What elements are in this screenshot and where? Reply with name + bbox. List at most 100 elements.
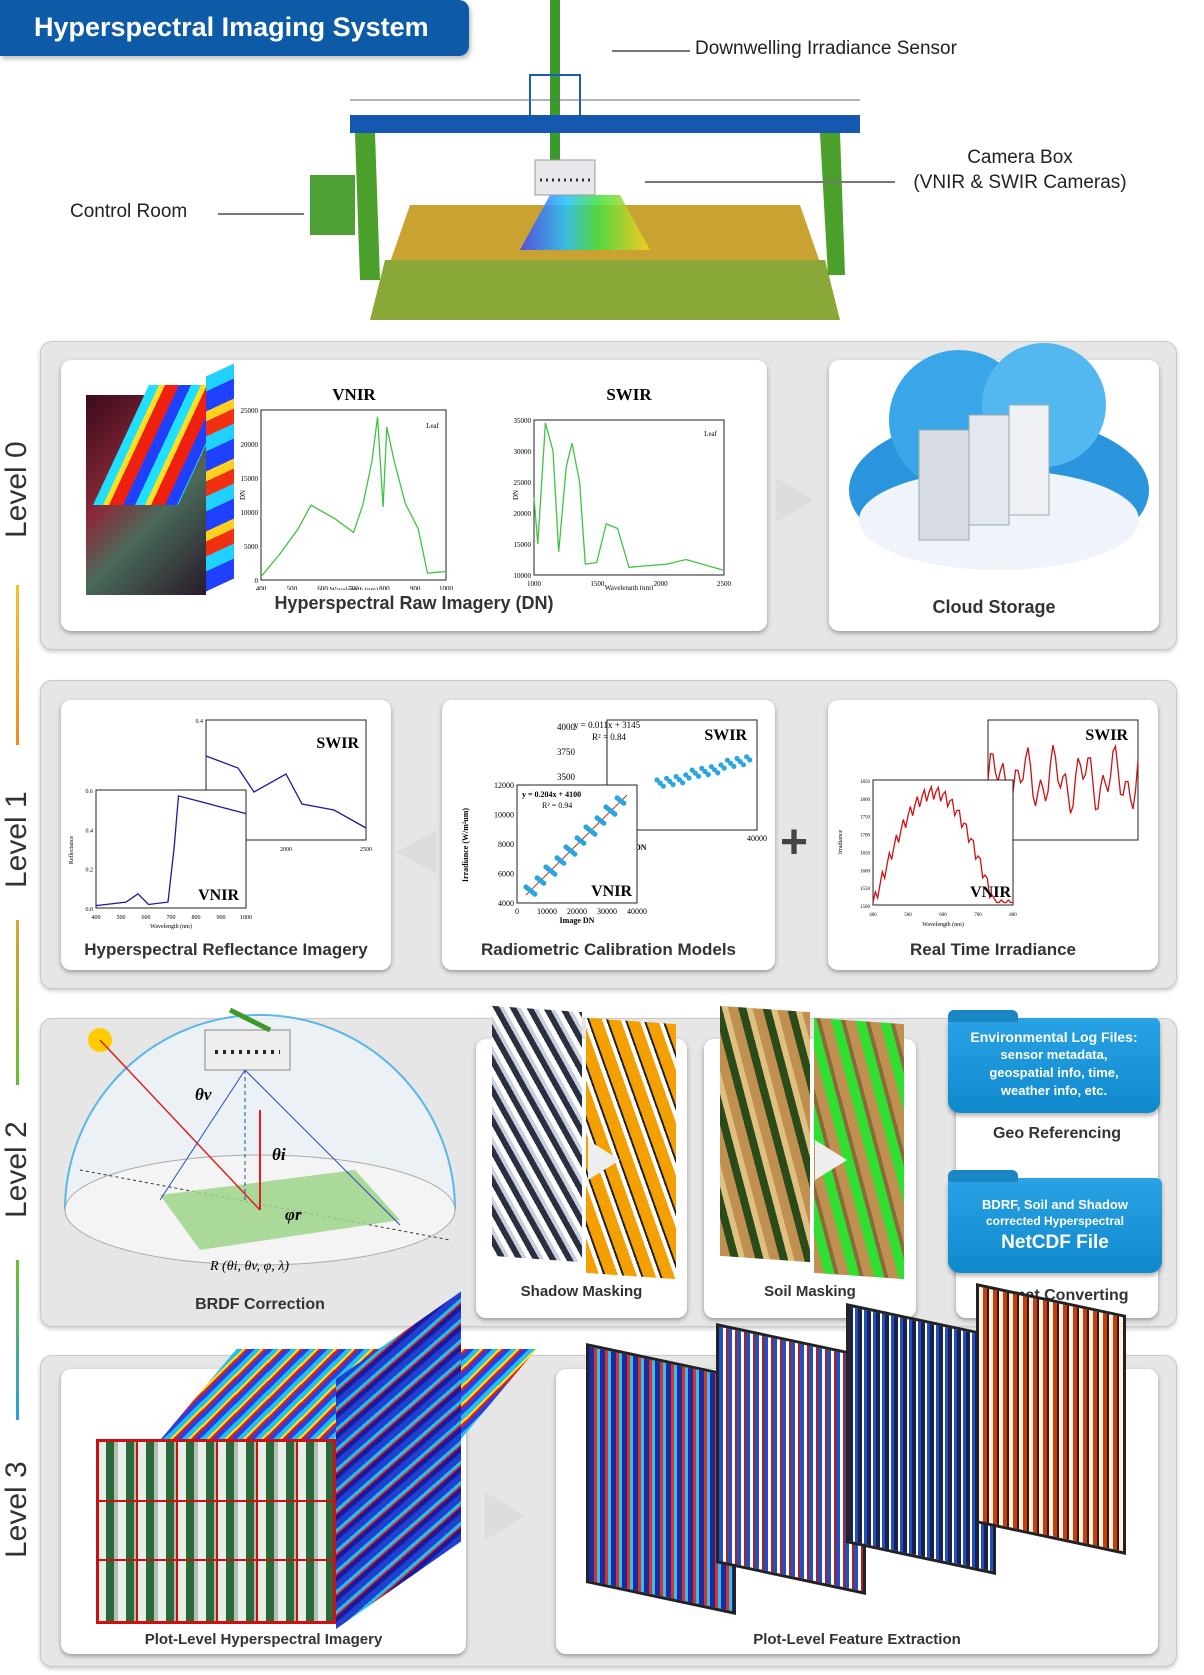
vnir-r2: R² = 0.94 (542, 801, 572, 810)
y-tick-label: 8000 (498, 840, 514, 849)
scatter-point (740, 762, 746, 768)
x-tick-label: 400 (869, 913, 877, 918)
y-tick-label: 25000 (514, 479, 532, 487)
right-arrow-icon (776, 478, 814, 522)
x-tick-label: 20000 (567, 907, 587, 916)
swir-title: SWIR (606, 385, 652, 404)
flow-arrow (16, 585, 19, 745)
y-tick-label: 25000 (241, 407, 259, 415)
folder-line: weather info, etc. (1000, 1083, 1108, 1098)
x-tick-label: 40000 (747, 834, 767, 843)
raw-imagery-caption: Hyperspectral Raw Imagery (DN) (274, 593, 554, 613)
y-tick-label: 1550 (860, 887, 871, 892)
x-tick-label: 800 (192, 915, 201, 921)
scatter-point (721, 765, 727, 771)
x-tick-label: 700 (167, 915, 176, 921)
vnir-tag: VNIR (970, 884, 1011, 901)
x-tick-label: 500 (904, 913, 912, 918)
folder-line: BDRF, Soil and Shadow (982, 1197, 1128, 1212)
y-tick-label: 30000 (514, 448, 532, 456)
plot-frame (260, 409, 447, 581)
y-tick-label: 0.4 (196, 719, 204, 725)
cloud-server-icon (849, 343, 1149, 570)
y-axis-label: Irradiance (W/m²um) (461, 808, 470, 883)
feature-map (976, 1283, 1126, 1555)
x-tick-label: 400 (92, 915, 101, 921)
phi-r-label: φr (285, 1205, 302, 1224)
y-axis-label: DN (512, 490, 520, 500)
y-tick-label: 0.6 (86, 789, 94, 795)
y-tick-label: 0.0 (86, 907, 94, 913)
y-tick-label: 20000 (514, 510, 532, 518)
swir-tag: SWIR (1085, 727, 1128, 744)
flow-arrow (16, 920, 19, 1085)
x-axis-label: Wavelength (nm) (605, 584, 654, 590)
x-tick-label: 30000 (597, 907, 617, 916)
y-tick-label: 15000 (514, 541, 532, 549)
vnir-tag: VNIR (591, 883, 632, 900)
soil-input-image (720, 1005, 810, 1263)
raw-spectra-charts: VNIR400 500 600 700 800 900 100005000100001500… (239, 385, 732, 590)
x-axis-label: Wavelength (nm) (922, 921, 964, 928)
swir-equation: y = 0.011x + 3145 (574, 720, 641, 730)
irradiance-caption: Real Time Irradiance (910, 940, 1076, 959)
left-arrow-icon (396, 830, 436, 874)
x-tick-label: 700 (974, 913, 982, 918)
feature-caption: Plot-Level Feature Extraction (753, 1631, 961, 1648)
calibration-caption: Radiometric Calibration Models (480, 940, 737, 959)
scatter-point (550, 869, 556, 875)
y-tick-label: 1850 (860, 780, 871, 785)
scatter-point (660, 783, 666, 789)
vnir-equation: y = 0.204x + 4100 (522, 790, 581, 799)
sensor-pointer (612, 50, 690, 52)
y-tick-label: 1600 (860, 869, 871, 874)
y-tick-label: 1500 (860, 905, 871, 910)
y-tick-label: 4000 (557, 722, 576, 732)
reflectance-card: 500200025000.30.4SWIR4005006007008009001… (61, 700, 391, 970)
irradiance-card: 3500 SWIR 400 500 600 700 800 1500 1550 1600 1650 1… (828, 700, 1158, 970)
feature-map (716, 1323, 866, 1595)
x-tick-label: 600 (939, 913, 947, 918)
plot-imagery-caption: Plot-Level Hyperspectral Imagery (144, 1631, 383, 1648)
level-1-label: Level 1 (0, 791, 33, 889)
x-tick-label: 2500 (717, 580, 732, 588)
x-axis-label: Wavelength (nm) (330, 586, 379, 590)
x-tick-label: 800 (1009, 913, 1017, 918)
scatter-point (530, 889, 536, 895)
y-tick-label: 3500 (557, 772, 576, 782)
y-axis-label: Reflectance (68, 836, 75, 865)
plus-icon: + (780, 816, 809, 869)
x-tick-label: 1000 (439, 585, 454, 590)
x-tick-label: 2000 (654, 580, 669, 588)
brdf-formula: R (θi, θv, φ, λ) (209, 1259, 289, 1274)
folder-title: Environmental Log Files: (970, 1029, 1138, 1045)
scatter-point (612, 811, 618, 817)
level-3-label: Level 3 (0, 1461, 33, 1559)
plot-cube-side (336, 1291, 461, 1629)
y-tick-label: 1800 (860, 798, 871, 803)
x-tick-label: 10000 (537, 907, 557, 916)
scatter-point (705, 772, 711, 778)
legend-label: Leaf (704, 430, 717, 438)
plot-grid-image (96, 1439, 336, 1624)
reflectance-caption: Hyperspectral Reflectance Imagery (84, 940, 368, 959)
right-arrow-icon (588, 1140, 620, 1180)
netcdf-folder: BDRF, Soil and Shadow corrected Hyperspe… (948, 1170, 1162, 1273)
y-tick-label: 1750 (860, 816, 871, 821)
plot-frame (533, 419, 725, 576)
scatter-point (601, 820, 607, 826)
scatter-point (541, 880, 547, 886)
calibration-card: 00040000350037504000y = 0.011x + 3145R² … (442, 700, 775, 970)
scatter-point (680, 780, 686, 786)
x-tick-label: 500 (117, 915, 126, 921)
sensor-label: Downwelling Irradiance Sensor (695, 38, 957, 59)
camera-label-line: Camera Box (967, 147, 1073, 168)
y-tick-label: 5000 (244, 543, 259, 551)
y-tick-label: 3750 (557, 747, 576, 757)
hypercube-side (206, 363, 234, 592)
level-2-label: Level 2 (0, 1121, 33, 1219)
y-tick-label: 12000 (494, 781, 514, 790)
y-tick-label: 0 (255, 577, 259, 585)
shadow-input-image (492, 1005, 582, 1263)
camera-label: Camera Box (VNIR & SWIR Cameras) (900, 145, 1140, 195)
